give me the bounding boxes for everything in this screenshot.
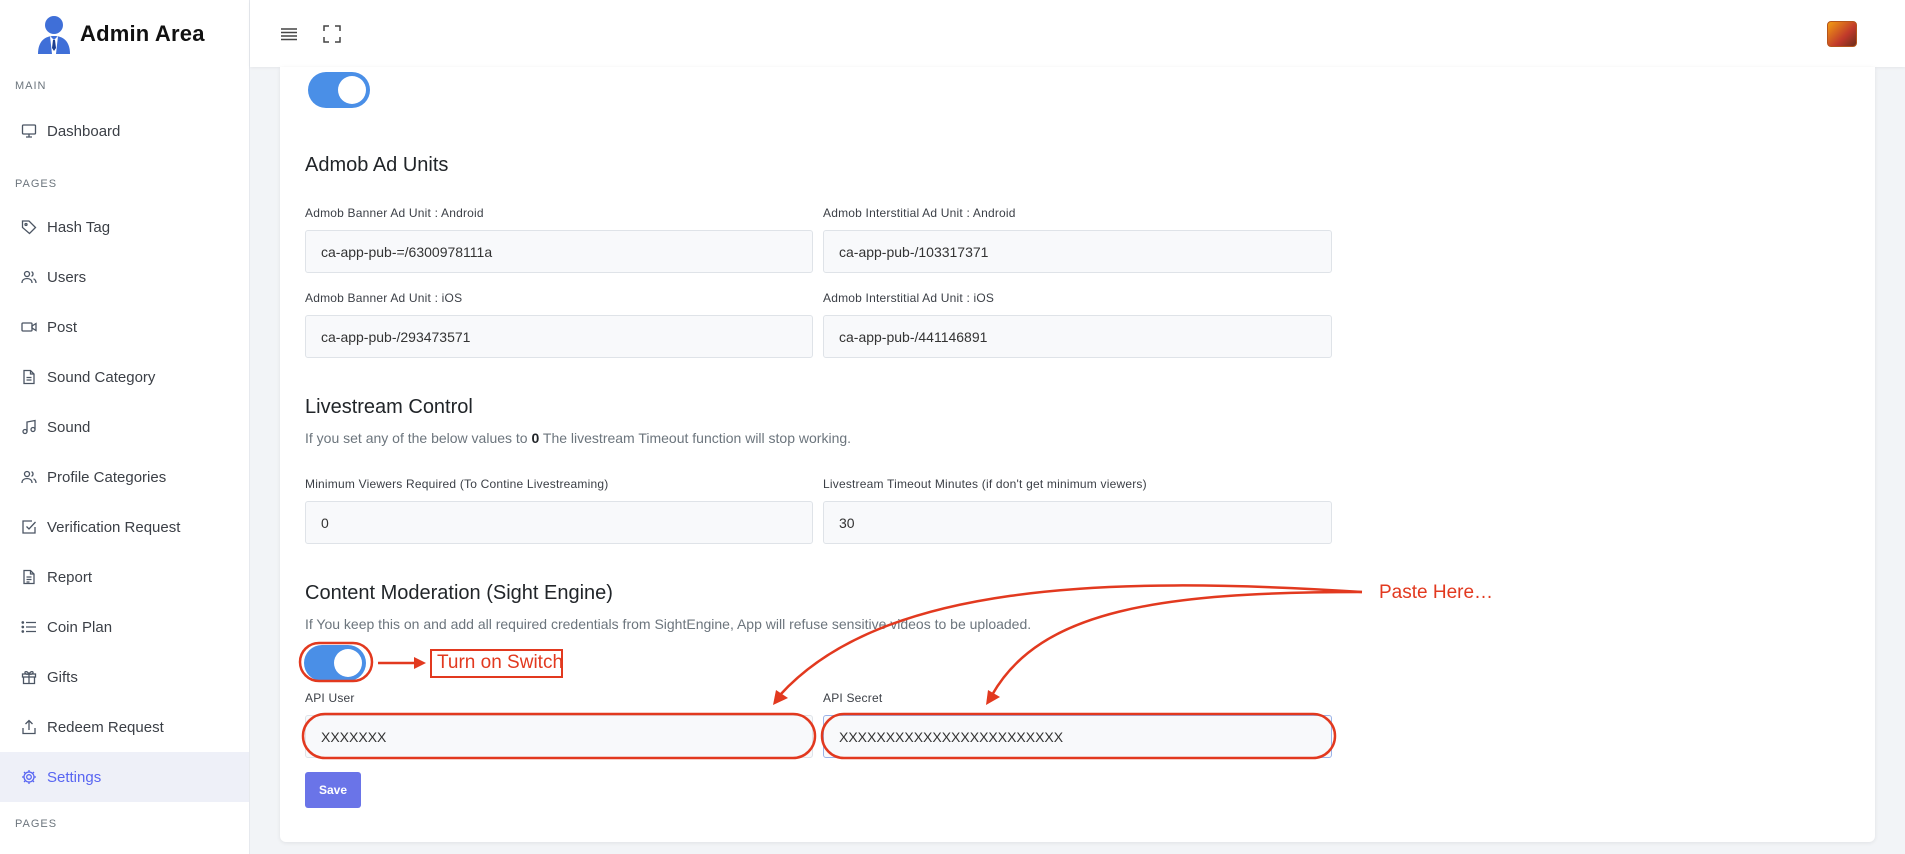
- sidebar-item-label: Post: [47, 318, 78, 336]
- topbar: [250, 0, 1905, 67]
- livestream-help-text: If you set any of the below values to 0 …: [305, 430, 852, 446]
- sidebar-item-post[interactable]: Post: [0, 302, 249, 352]
- api-user-input[interactable]: [305, 715, 813, 758]
- sidebar-item-label: Sound Category: [47, 368, 156, 386]
- admin-user-icon: [38, 15, 70, 54]
- gear-icon: [19, 767, 39, 787]
- sidebar-item-label: Settings: [47, 768, 102, 786]
- interstitial-ios-input[interactable]: [823, 315, 1332, 358]
- interstitial-ios-label: Admob Interstitial Ad Unit : iOS: [823, 291, 995, 305]
- sidebar-item-settings[interactable]: Settings: [0, 752, 249, 802]
- toggle-knob: [338, 76, 366, 104]
- file-icon: [19, 367, 39, 387]
- sidebar: Admin Area MAIN Dashboard PAGES Hash Tag…: [0, 0, 250, 854]
- nav-section-pages-2: PAGES: [15, 818, 58, 830]
- interstitial-android-label: Admob Interstitial Ad Unit : Android: [823, 206, 1016, 220]
- gift-icon: [19, 667, 39, 687]
- brand[interactable]: Admin Area: [0, 0, 249, 67]
- paste-here-text: Paste Here…: [1379, 582, 1494, 603]
- admob-section-title: Admob Ad Units: [305, 154, 449, 176]
- moderation-toggle[interactable]: [304, 645, 366, 681]
- turn-on-switch-text: Turn on Switch: [437, 652, 564, 673]
- sidebar-item-label: Report: [47, 568, 93, 586]
- sidebar-item-dashboard[interactable]: Dashboard: [0, 106, 249, 156]
- api-secret-input[interactable]: [823, 715, 1332, 758]
- sidebar-item-label: Gifts: [47, 668, 78, 686]
- moderation-section-title: Content Moderation (Sight Engine): [305, 582, 613, 604]
- tag-icon: [19, 217, 39, 237]
- sidebar-item-profile-categories[interactable]: Profile Categories: [0, 452, 249, 502]
- upload-icon: [19, 717, 39, 737]
- sidebar-item-users[interactable]: Users: [0, 252, 249, 302]
- banner-android-label: Admob Banner Ad Unit : Android: [305, 206, 484, 220]
- sidebar-item-redeem-request[interactable]: Redeem Request: [0, 702, 249, 752]
- music-icon: [19, 417, 39, 437]
- sidebar-item-label: Coin Plan: [47, 618, 113, 636]
- sidebar-item-gifts[interactable]: Gifts: [0, 652, 249, 702]
- users-icon: [19, 267, 39, 287]
- toggle-knob: [334, 649, 362, 677]
- users-icon: [19, 467, 39, 487]
- hamburger-menu-icon[interactable]: [277, 22, 301, 46]
- sidebar-item-label: Redeem Request: [47, 718, 164, 736]
- nav-section-main: MAIN: [15, 80, 47, 92]
- min-viewers-input[interactable]: [305, 501, 813, 544]
- settings-card: Admob Ad Units Admob Banner Ad Unit : An…: [280, 67, 1875, 842]
- sidebar-item-verification-request[interactable]: Verification Request: [0, 502, 249, 552]
- banner-ios-label: Admob Banner Ad Unit : iOS: [305, 291, 463, 305]
- timeout-minutes-label: Livestream Timeout Minutes (if don't get…: [823, 477, 1147, 491]
- fullscreen-icon[interactable]: [320, 22, 344, 46]
- sidebar-item-label: Profile Categories: [47, 468, 167, 486]
- api-secret-label: API Secret: [823, 691, 883, 705]
- top-feature-toggle[interactable]: [308, 72, 370, 108]
- sidebar-item-label: Dashboard: [47, 122, 121, 140]
- sidebar-item-label: Sound: [47, 418, 91, 436]
- sidebar-item-label: Verification Request: [47, 518, 181, 536]
- sidebar-item-label: Users: [47, 268, 87, 286]
- sidebar-item-label: Hash Tag: [47, 218, 111, 236]
- monitor-icon: [19, 121, 39, 141]
- file-text-icon: [19, 567, 39, 587]
- interstitial-android-input[interactable]: [823, 230, 1332, 273]
- brand-title: Admin Area: [80, 20, 205, 46]
- check-square-icon: [19, 517, 39, 537]
- video-icon: [19, 317, 39, 337]
- moderation-help-text: If You keep this on and add all required…: [305, 616, 1032, 632]
- timeout-minutes-input[interactable]: [823, 501, 1332, 544]
- save-button[interactable]: Save: [305, 772, 361, 808]
- sidebar-item-hash-tag[interactable]: Hash Tag: [0, 202, 249, 252]
- sidebar-item-sound[interactable]: Sound: [0, 402, 249, 452]
- livestream-section-title: Livestream Control: [305, 396, 473, 418]
- api-user-label: API User: [305, 691, 355, 705]
- list-icon: [19, 617, 39, 637]
- banner-ios-input[interactable]: [305, 315, 813, 358]
- min-viewers-label: Minimum Viewers Required (To Contine Liv…: [305, 477, 609, 491]
- sidebar-item-coin-plan[interactable]: Coin Plan: [0, 602, 249, 652]
- nav-section-pages: PAGES: [15, 178, 58, 190]
- user-avatar[interactable]: [1827, 21, 1857, 47]
- sidebar-item-report[interactable]: Report: [0, 552, 249, 602]
- sidebar-item-sound-category[interactable]: Sound Category: [0, 352, 249, 402]
- banner-android-input[interactable]: [305, 230, 813, 273]
